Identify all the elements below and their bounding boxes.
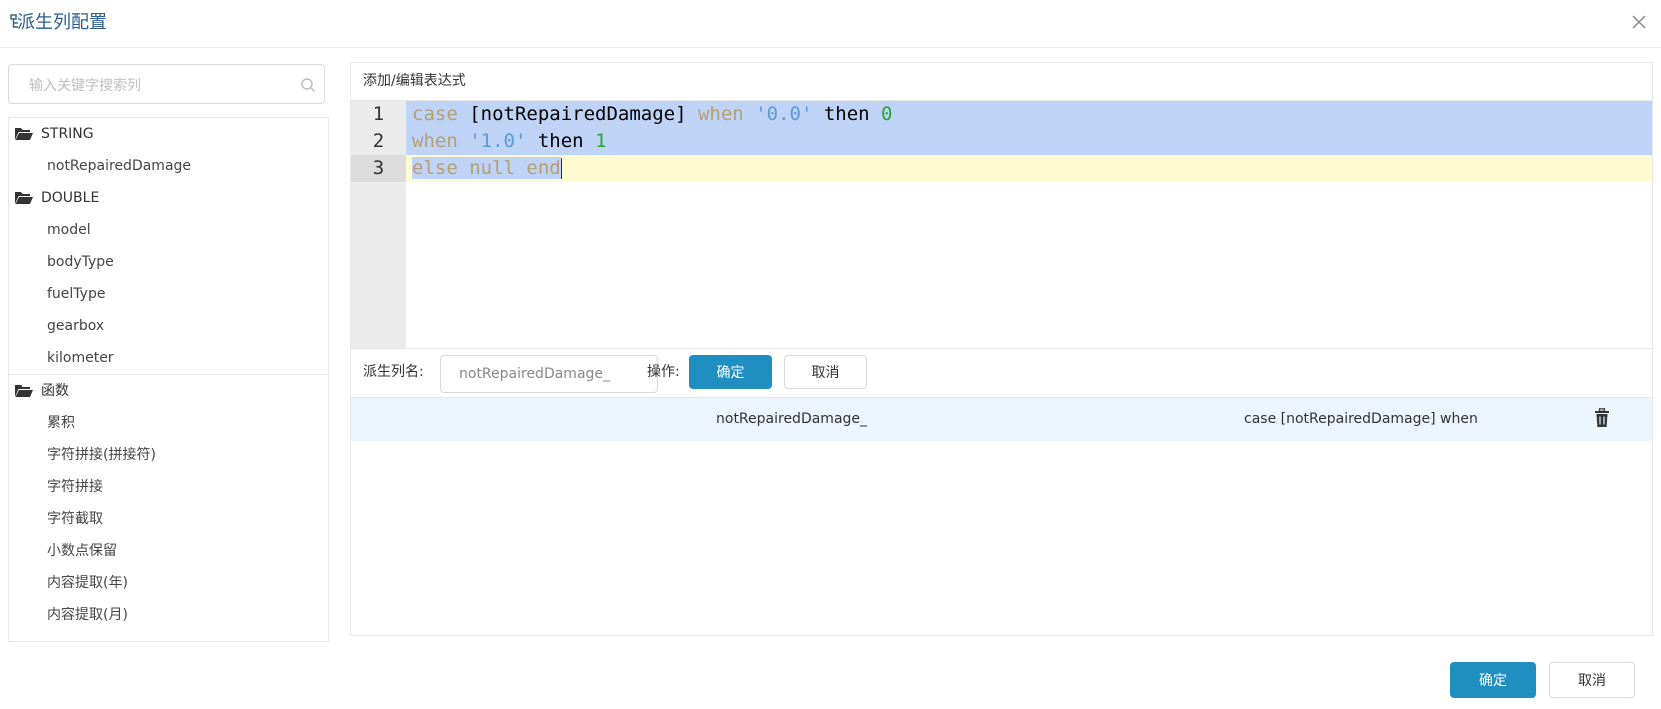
- tree-item-function[interactable]: 内容提取(年): [9, 567, 328, 599]
- code-line[interactable]: when '1.0' then 1: [406, 128, 1652, 155]
- code-keyword: then: [526, 130, 596, 152]
- search-icon[interactable]: [300, 77, 316, 93]
- tree-item-gearbox[interactable]: gearbox: [9, 310, 328, 342]
- operation-label: 操作:: [647, 364, 680, 380]
- code-column: [notRepairedDamage]: [457, 103, 698, 125]
- tree-group-header[interactable]: 函数: [9, 375, 328, 407]
- code-string: '1.0': [469, 130, 527, 152]
- tree-group-label: DOUBLE: [41, 190, 100, 206]
- close-icon[interactable]: [1629, 12, 1649, 32]
- code-string: '0.0': [755, 103, 813, 125]
- tree-item-function[interactable]: 累积: [9, 407, 328, 439]
- result-expression-cell: case [notRepairedDamage] when: [1244, 411, 1478, 427]
- dialog-cancel-button[interactable]: 取消: [1549, 662, 1635, 698]
- tree-item-fuelType[interactable]: fuelType: [9, 278, 328, 310]
- form-cancel-button[interactable]: 取消: [784, 355, 867, 389]
- derived-name-input[interactable]: [440, 355, 658, 393]
- tree-group-header[interactable]: DOUBLE: [9, 182, 328, 214]
- tree-group-string: STRING notRepairedDamage: [9, 118, 328, 182]
- code-keyword: then: [812, 103, 882, 125]
- tree-item-notRepairedDamage[interactable]: notRepairedDamage: [9, 150, 328, 182]
- dialog-title: 派生列配置: [17, 12, 107, 33]
- search-input[interactable]: [27, 74, 301, 98]
- code-number: 1: [595, 130, 607, 152]
- tree-item-kilometer[interactable]: kilometer: [9, 342, 328, 374]
- search-box: [8, 64, 325, 104]
- folder-open-icon: [15, 128, 33, 140]
- folder-open-icon: [15, 385, 33, 397]
- column-tree: STRING notRepairedDamage DOUBLE model bo…: [8, 117, 329, 642]
- tree-group-functions: 函数 累积 字符拼接(拼接符) 字符拼接 字符截取 小数点保留 内容提取(年) …: [9, 374, 328, 631]
- expression-panel: 添加/编辑表达式 1 2 3 case [notRepairedDamage] …: [350, 62, 1653, 636]
- tree-group-label: 函数: [41, 383, 69, 399]
- table-row[interactable]: notRepairedDamage_ case [notRepairedDama…: [351, 398, 1652, 441]
- tree-item-function[interactable]: 字符拼接(拼接符): [9, 439, 328, 471]
- expression-panel-title: 添加/编辑表达式: [363, 73, 466, 89]
- trash-icon[interactable]: [1594, 408, 1610, 428]
- tree-item-function[interactable]: 小数点保留: [9, 535, 328, 567]
- code-keyword: when: [697, 103, 744, 125]
- code-editor[interactable]: 1 2 3 case [notRepairedDamage] when '0.0…: [351, 100, 1652, 349]
- line-number: 2: [372, 130, 385, 152]
- code-keyword: when: [412, 130, 458, 152]
- line-number: 3: [351, 155, 406, 182]
- text-cursor: [560, 158, 562, 179]
- tree-group-label: STRING: [41, 126, 94, 142]
- tree-item-function[interactable]: 字符截取: [9, 503, 328, 535]
- tree-group-header[interactable]: STRING: [9, 118, 328, 150]
- derived-name-label: 派生列名:: [363, 364, 424, 380]
- line-number: 1: [372, 103, 385, 125]
- tree-item-function[interactable]: 字符拼接: [9, 471, 328, 503]
- result-name-cell: notRepairedDamage_: [716, 411, 868, 427]
- folder-open-icon: [15, 192, 33, 204]
- code-number: 0: [881, 103, 893, 125]
- code-keyword: case: [412, 103, 458, 125]
- code-keyword: else null end: [412, 157, 561, 179]
- code-line[interactable]: else null end: [406, 155, 1652, 182]
- dialog-header: 派生列配置: [0, 0, 1661, 48]
- tree-item-model[interactable]: model: [9, 214, 328, 246]
- code-line[interactable]: case [notRepairedDamage] when '0.0' then…: [406, 101, 1652, 128]
- form-confirm-button[interactable]: 确定: [689, 355, 772, 389]
- tree-group-double: DOUBLE model bodyType fuelType gearbox k…: [9, 182, 328, 374]
- derived-column-form: 派生列名: 操作: 确定 取消: [351, 348, 1652, 398]
- tree-item-function[interactable]: 内容提取(月): [9, 599, 328, 631]
- tree-item-bodyType[interactable]: bodyType: [9, 246, 328, 278]
- dialog-confirm-button[interactable]: 确定: [1450, 662, 1536, 698]
